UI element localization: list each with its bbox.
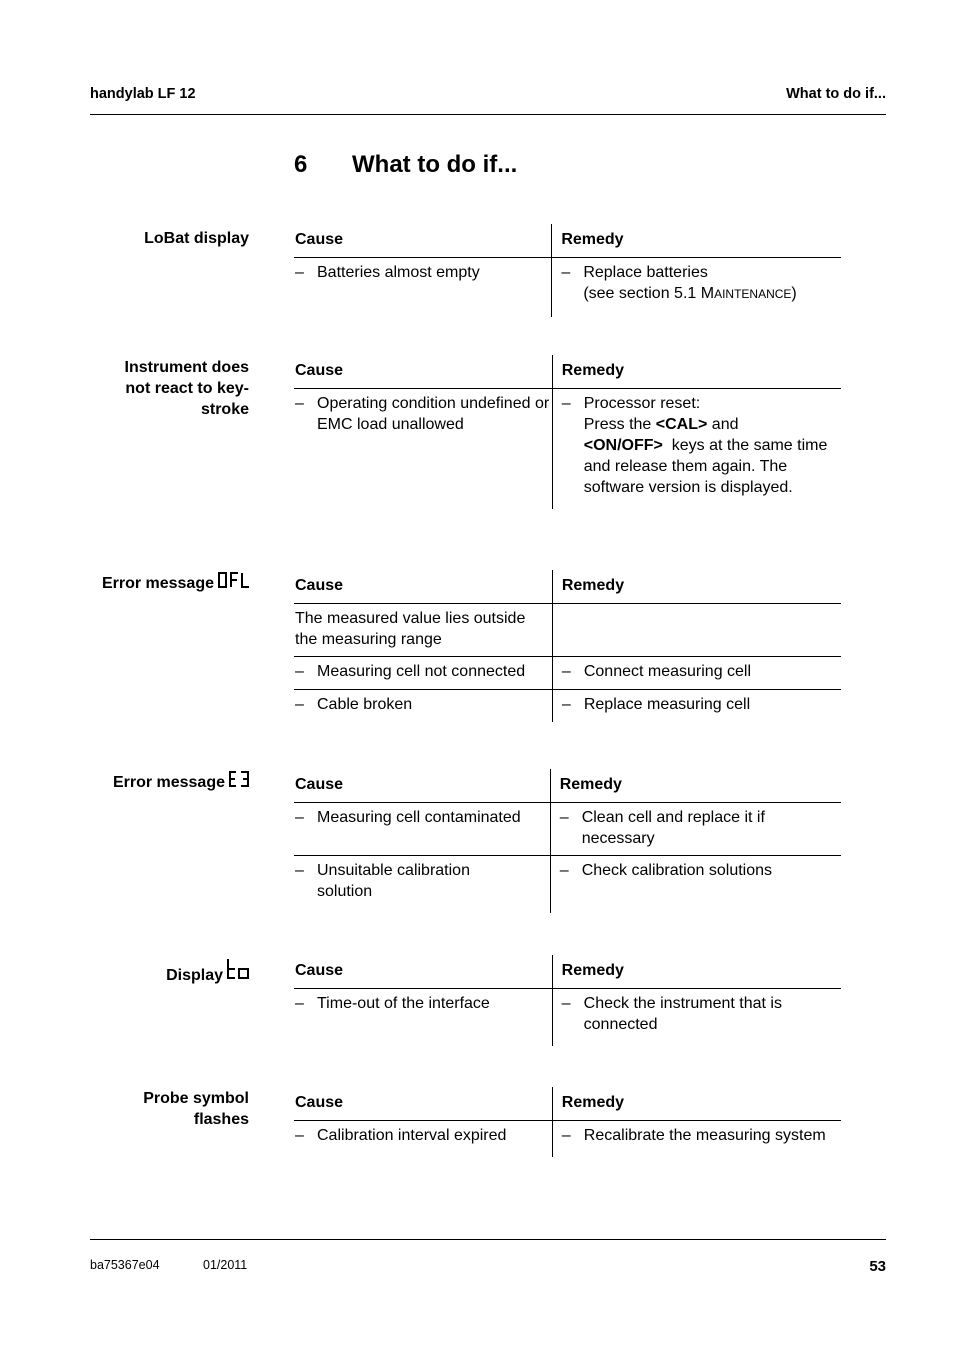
col-header-cause: Cause bbox=[295, 962, 344, 979]
table-row: – Time-out of the interface – Check the in… bbox=[294, 988, 841, 1046]
side-label-display-to: Display bbox=[80, 958, 250, 986]
dash-bullet: – bbox=[561, 695, 571, 713]
dash-bullet: – bbox=[561, 1126, 571, 1144]
header-section-title: What to do if... bbox=[786, 86, 886, 102]
table-row: – Measuring cell not connected – Connect m… bbox=[294, 656, 841, 689]
col-header-cause: Cause bbox=[295, 362, 344, 379]
dash-bullet: – bbox=[295, 394, 304, 412]
col-header-remedy: Remedy bbox=[551, 1087, 841, 1120]
table-row: – Unsuitable calibration solution – Check … bbox=[294, 855, 841, 913]
footer-rule bbox=[90, 1239, 886, 1240]
cause-text: Measuring cell contaminated bbox=[317, 808, 521, 826]
dash-bullet: – bbox=[295, 808, 304, 826]
remedy-text bbox=[551, 603, 841, 656]
side-label-text: LoBat display bbox=[144, 230, 249, 247]
cross-reference-smallcaps: AINTENANCE bbox=[714, 286, 792, 301]
remedy-line: Replace batteries bbox=[583, 263, 708, 281]
side-label-error-e3: Error message bbox=[60, 770, 250, 793]
side-label-line: flashes bbox=[193, 1111, 249, 1128]
header-product-name: handylab LF 12 bbox=[90, 86, 196, 102]
table-row: – Calibration interval expired – Recalibra… bbox=[294, 1120, 841, 1157]
col-header-remedy: Remedy bbox=[549, 769, 841, 802]
col-header-cause: Cause bbox=[295, 577, 344, 594]
cause-text: Calibration interval expired bbox=[317, 1126, 507, 1144]
remedy-line: Processor reset: bbox=[583, 394, 701, 412]
table-row: – Operating condition undefined or EMC lo… bbox=[294, 388, 841, 509]
table-row: – Cable broken – Replace measuring cell bbox=[294, 689, 841, 722]
remedy-text: Replace batteries (see section 5.1 MAINT… bbox=[583, 262, 841, 305]
cause-text: Batteries almost empty bbox=[317, 263, 480, 281]
dash-bullet: – bbox=[561, 662, 571, 680]
remedy-text: Processor reset: Press the <CAL> and <ON… bbox=[584, 393, 841, 498]
remedy-line: (see section 5.1 M bbox=[583, 284, 715, 302]
col-header-cause: Cause bbox=[295, 776, 344, 793]
footer-date: 01/2011 bbox=[203, 1258, 248, 1272]
dash-bullet: – bbox=[295, 861, 304, 879]
remedy-line: ) bbox=[791, 284, 797, 302]
cause-text: Cable broken bbox=[317, 695, 413, 713]
chapter-number: 6 bbox=[294, 151, 308, 178]
col-header-remedy: Remedy bbox=[551, 955, 841, 988]
troubleshooting-table-probe-symbol: Cause Remedy – Calibration interval expir… bbox=[294, 1087, 841, 1157]
remedy-line: and bbox=[707, 415, 739, 433]
side-label-line: not react to key- bbox=[125, 380, 249, 397]
col-header-cause: Cause bbox=[295, 231, 344, 248]
troubleshooting-table-error-ofl: Cause Remedy The measured value lies out… bbox=[294, 570, 841, 722]
table-row: – Measuring cell contaminated – Clean cell… bbox=[294, 802, 841, 855]
lcd-e3-icon bbox=[228, 770, 250, 788]
key-on-off: <ON/OFF> bbox=[583, 436, 663, 454]
side-label-error-ofl: Error message bbox=[60, 571, 250, 594]
dash-bullet: – bbox=[295, 662, 304, 680]
cause-text: Measuring cell not connected bbox=[317, 662, 526, 680]
key-cal: <CAL> bbox=[655, 415, 708, 433]
dash-bullet: – bbox=[561, 994, 571, 1012]
col-header-cause: Cause bbox=[295, 1094, 344, 1111]
header-rule bbox=[90, 114, 886, 115]
side-label-no-reaction: Instrument does not react to key- stroke bbox=[79, 357, 249, 420]
col-header-remedy: Remedy bbox=[551, 224, 841, 257]
table-row: – Batteries almost empty – Replace batter… bbox=[294, 257, 841, 317]
dash-bullet: – bbox=[295, 263, 304, 281]
dash-bullet: – bbox=[295, 1126, 304, 1144]
side-label-lobat: LoBat display bbox=[79, 228, 249, 249]
dash-bullet: – bbox=[559, 808, 569, 826]
side-label-probe-symbol: Probe symbol flashes bbox=[79, 1088, 249, 1130]
dash-bullet: – bbox=[295, 994, 304, 1012]
remedy-text: Clean cell and replace it if necessary bbox=[581, 808, 765, 847]
chapter-heading: 6 What to do if... bbox=[294, 151, 517, 179]
dash-bullet: – bbox=[561, 394, 571, 412]
troubleshooting-table-no-reaction: Cause Remedy – Operating condition undefi… bbox=[294, 355, 841, 509]
col-header-remedy: Remedy bbox=[551, 570, 841, 603]
table-row: The measured value lies outside the meas… bbox=[294, 603, 841, 656]
side-label-text: Error message bbox=[112, 774, 225, 791]
col-header-remedy: Remedy bbox=[551, 355, 841, 388]
cause-text: The measured value lies outside the meas… bbox=[295, 609, 526, 648]
cause-text: Time-out of the interface bbox=[317, 994, 490, 1012]
side-label-line: Probe symbol bbox=[143, 1090, 249, 1107]
remedy-text: Check calibration solutions bbox=[581, 861, 773, 879]
side-label-text: Error message bbox=[101, 575, 214, 592]
lcd-to-icon bbox=[226, 958, 250, 980]
remedy-text: Connect measuring cell bbox=[583, 662, 752, 680]
remedy-text: Check the instrument that is connected bbox=[583, 994, 782, 1033]
troubleshooting-table-lobat: Cause Remedy – Batteries almost empty – R… bbox=[294, 224, 841, 317]
dash-bullet: – bbox=[295, 695, 304, 713]
troubleshooting-table-display-to: Cause Remedy – Time-out of the interface … bbox=[294, 955, 841, 1046]
page-number: 53 bbox=[869, 1258, 886, 1275]
footer-doc-id: ba75367e04 bbox=[90, 1258, 160, 1272]
side-label-text: Display bbox=[166, 967, 223, 984]
dash-bullet: – bbox=[561, 263, 571, 281]
cause-text: Unsuitable calibration solution bbox=[317, 861, 470, 900]
cause-text: Operating condition undefined or EMC loa… bbox=[317, 394, 550, 433]
remedy-text: Recalibrate the measuring system bbox=[583, 1126, 826, 1144]
dash-bullet: – bbox=[559, 861, 569, 879]
remedy-text: Replace measuring cell bbox=[583, 695, 751, 713]
side-label-line: Instrument does bbox=[124, 359, 249, 376]
side-label-line: stroke bbox=[200, 401, 249, 418]
chapter-title: What to do if... bbox=[352, 151, 518, 178]
troubleshooting-table-error-e3: Cause Remedy – Measuring cell contaminate… bbox=[294, 769, 841, 913]
lcd-ofl-icon bbox=[217, 571, 250, 589]
remedy-line: Press the bbox=[583, 415, 656, 433]
